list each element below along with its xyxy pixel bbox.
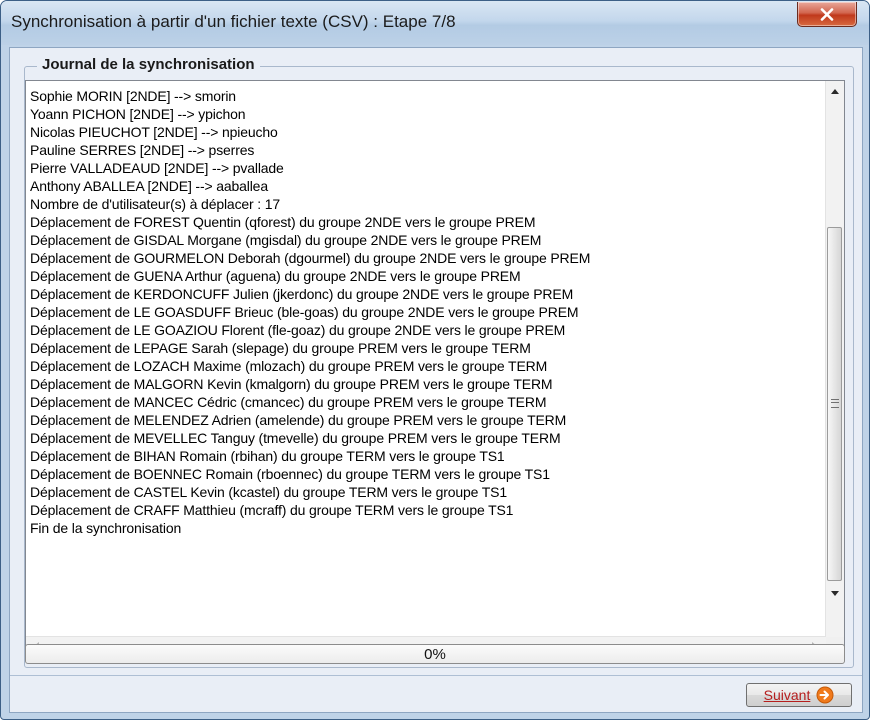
dialog-client-area: Journal de la synchronisation Sophie MOR… — [9, 47, 863, 713]
journal-line: Déplacement de LE GOASDUFF Brieuc (ble-g… — [30, 304, 579, 320]
journal-line: Déplacement de CRAFF Matthieu (mcraff) d… — [30, 502, 514, 518]
journal-line: Yoann PICHON [2NDE] --> ypichon — [30, 106, 246, 122]
journal-line: Nicolas PIEUCHOT [2NDE] --> npieucho — [30, 124, 278, 140]
footer-separator — [10, 675, 862, 676]
journal-line: Déplacement de MELENDEZ Adrien (amelende… — [30, 412, 567, 428]
next-button[interactable]: Suivant — [746, 683, 852, 707]
journal-line: Déplacement de MEVELLEC Tanguy (tmevelle… — [30, 430, 561, 446]
journal-line: Déplacement de CASTEL Kevin (kcastel) du… — [30, 484, 507, 500]
scroll-up-button[interactable] — [826, 83, 844, 100]
journal-line: Fin de la synchronisation — [30, 520, 182, 536]
progress-bar: 0% — [25, 644, 845, 664]
scroll-grip-icon — [831, 399, 839, 408]
close-button[interactable] — [797, 2, 857, 27]
journal-line: Déplacement de MALGORN Kevin (kmalgorn) … — [30, 376, 553, 392]
journal-line: Déplacement de FOREST Quentin (qforest) … — [30, 214, 536, 230]
journal-line: Déplacement de GOURMELON Deborah (dgourm… — [30, 250, 591, 266]
journal-line: Déplacement de GUENA Arthur (aguena) du … — [30, 268, 521, 284]
journal-line: Nombre de d'utilisateur(s) à déplacer : … — [30, 196, 281, 212]
journal-line: Pauline SERRES [2NDE] --> pserres — [30, 142, 255, 158]
journal-line: Déplacement de LEPAGE Sarah (slepage) du… — [30, 340, 531, 356]
journal-line: Sophie MORIN [2NDE] --> smorin — [30, 88, 236, 104]
next-button-label: Suivant — [763, 687, 811, 703]
vertical-scroll-thumb[interactable] — [827, 227, 842, 581]
journal-legend: Journal de la synchronisation — [37, 56, 260, 73]
journal-log-box[interactable]: Sophie MORIN [2NDE] --> smorin Yoann PICH… — [25, 80, 845, 656]
dialog-window: Synchronisation à partir d'un fichier te… — [0, 0, 870, 720]
journal-line: Déplacement de LE GOAZIOU Florent (fle-g… — [30, 322, 566, 338]
scroll-down-button[interactable] — [826, 585, 844, 602]
journal-line: Anthony ABALLEA [2NDE] --> aaballea — [30, 178, 268, 194]
journal-line: Déplacement de MANCEC Cédric (cmancec) d… — [30, 394, 547, 410]
vertical-scrollbar[interactable] — [825, 81, 844, 637]
scroll-down-arrow-icon — [831, 591, 839, 596]
journal-line: Déplacement de BIHAN Romain (rbihan) du … — [30, 448, 505, 464]
title-bar[interactable]: Synchronisation à partir d'un fichier te… — [1, 1, 869, 45]
window-title: Synchronisation à partir d'un fichier te… — [11, 12, 456, 31]
journal-lines: Sophie MORIN [2NDE] --> smorin Yoann PICH… — [30, 87, 820, 623]
journal-line: Déplacement de GISDAL Morgane (mgisdal) … — [30, 232, 542, 248]
journal-line: Déplacement de KERDONCUFF Julien (jkerdo… — [30, 286, 574, 302]
journal-line: Déplacement de BOENNEC Romain (rboennec)… — [30, 466, 550, 482]
arrow-right-circle-icon — [816, 686, 834, 704]
scroll-up-arrow-icon — [831, 89, 839, 94]
journal-line: Déplacement de LOZACH Maxime (mlozach) d… — [30, 358, 548, 374]
progress-label: 0% — [424, 646, 446, 663]
close-icon — [820, 7, 834, 21]
journal-line: Pierre VALLADEAUD [2NDE] --> pvallade — [30, 160, 284, 176]
